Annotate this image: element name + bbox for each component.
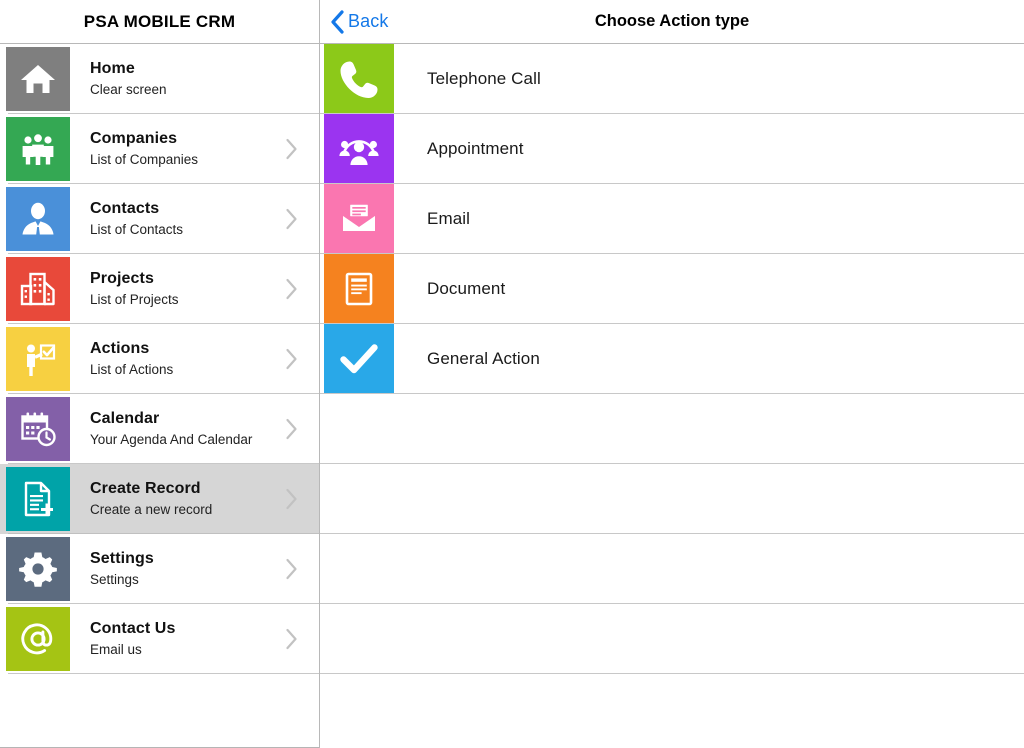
action-type-document[interactable]: Document: [320, 254, 1024, 324]
sidebar-item-actions[interactable]: Actions List of Actions: [0, 324, 319, 394]
sidebar-item-sublabel: Create a new record: [90, 502, 213, 517]
action-type-email[interactable]: Email: [320, 184, 1024, 254]
chevron-right-icon: [285, 184, 319, 254]
action-type-list: Telephone Call Appointment Email Documen…: [320, 44, 1024, 748]
sidebar-item-calendar[interactable]: Calendar Your Agenda And Calendar: [0, 394, 319, 464]
sidebar-item-sublabel: Clear screen: [90, 82, 167, 97]
sidebar: PSA MOBILE CRM Home Clear screen Compani…: [0, 0, 320, 748]
sidebar-item-settings[interactable]: Settings Settings: [0, 534, 319, 604]
chevron-right-icon: [285, 394, 319, 464]
people-group-icon: [6, 117, 70, 181]
home-icon: [6, 47, 70, 111]
sidebar-item-text: Actions List of Actions: [70, 339, 285, 379]
chevron-right-icon: [285, 324, 319, 394]
action-type-label: General Action: [427, 349, 540, 368]
sidebar-item-text: Create Record Create a new record: [70, 479, 285, 519]
action-type-empty-row: [320, 394, 1024, 464]
sidebar-item-label: Actions: [90, 340, 150, 357]
sidebar-item-text: Home Clear screen: [70, 59, 285, 99]
document-plus-icon: [6, 467, 70, 531]
sidebar-item-contact-us[interactable]: Contact Us Email us: [0, 604, 319, 674]
action-type-label: Document: [427, 279, 506, 298]
meeting-icon: [324, 114, 394, 184]
row-divider: [320, 673, 1024, 674]
action-type-empty-row: [320, 464, 1024, 534]
sidebar-item-sublabel: Your Agenda And Calendar: [90, 432, 253, 447]
sidebar-nav-list: Home Clear screen Companies List of Comp…: [0, 44, 319, 674]
app-title: PSA MOBILE CRM: [83, 11, 236, 31]
sidebar-item-label: Settings: [90, 550, 154, 567]
action-type-label: Telephone Call: [427, 69, 541, 88]
sidebar-item-label: Companies: [90, 130, 178, 147]
sidebar-item-label: Home: [90, 60, 135, 77]
checkmark-icon: [324, 324, 394, 394]
back-button[interactable]: Back: [330, 0, 388, 44]
sidebar-item-text: Settings Settings: [70, 549, 285, 589]
sidebar-item-label: Contacts: [90, 200, 160, 217]
chevron-right-icon: [285, 464, 319, 534]
chevron-right-icon: [285, 114, 319, 184]
action-type-label: Appointment: [427, 139, 524, 158]
action-type-empty-row: [320, 604, 1024, 674]
sidebar-item-sublabel: List of Companies: [90, 152, 199, 167]
sidebar-item-label: Projects: [90, 270, 154, 287]
sidebar-item-sublabel: List of Actions: [90, 362, 174, 377]
calendar-clock-icon: [6, 397, 70, 461]
sidebar-item-text: Contact Us Email us: [70, 619, 285, 659]
person-checklist-icon: [6, 327, 70, 391]
sidebar-item-sublabel: List of Contacts: [90, 222, 184, 237]
sidebar-item-text: Contacts List of Contacts: [70, 199, 285, 239]
chevron-right-icon: [285, 254, 319, 324]
at-sign-icon: [6, 607, 70, 671]
person-icon: [6, 187, 70, 251]
app-root: PSA MOBILE CRM Home Clear screen Compani…: [0, 0, 1024, 748]
action-type-telephone-call[interactable]: Telephone Call: [320, 44, 1024, 114]
sidebar-item-label: Create Record: [90, 480, 201, 497]
sidebar-item-projects[interactable]: Projects List of Projects: [0, 254, 319, 324]
action-type-label: Email: [427, 209, 471, 228]
action-type-general-action[interactable]: General Action: [320, 324, 1024, 394]
gear-icon: [6, 537, 70, 601]
envelope-icon: [324, 184, 394, 254]
sidebar-item-contacts[interactable]: Contacts List of Contacts: [0, 184, 319, 254]
chevron-left-icon: [330, 9, 344, 34]
action-type-empty-row: [320, 534, 1024, 604]
sidebar-item-create-record[interactable]: Create Record Create a new record: [0, 464, 319, 534]
chevron-right-icon: [285, 534, 319, 604]
sidebar-item-home[interactable]: Home Clear screen: [0, 44, 319, 114]
sidebar-item-label: Contact Us: [90, 620, 176, 637]
sidebar-empty-area: [0, 674, 319, 748]
sidebar-header: PSA MOBILE CRM: [0, 0, 319, 44]
back-label: Back: [348, 11, 389, 31]
sidebar-item-text: Projects List of Projects: [70, 269, 285, 309]
sidebar-item-text: Companies List of Companies: [70, 129, 285, 169]
sidebar-item-sublabel: List of Projects: [90, 292, 179, 307]
detail-panel: Back Choose Action type Telephone Call A…: [320, 0, 1024, 748]
sidebar-item-sublabel: Settings: [90, 572, 139, 587]
document-icon: [324, 254, 394, 324]
detail-title: Choose Action type: [594, 12, 750, 30]
detail-header: Back Choose Action type: [320, 0, 1024, 44]
chevron-right-icon: [285, 604, 319, 674]
sidebar-item-companies[interactable]: Companies List of Companies: [0, 114, 319, 184]
sidebar-item-text: Calendar Your Agenda And Calendar: [70, 409, 285, 449]
action-type-appointment[interactable]: Appointment: [320, 114, 1024, 184]
phone-icon: [324, 44, 394, 114]
sidebar-item-label: Calendar: [90, 410, 160, 427]
buildings-icon: [6, 257, 70, 321]
sidebar-item-sublabel: Email us: [90, 642, 142, 657]
